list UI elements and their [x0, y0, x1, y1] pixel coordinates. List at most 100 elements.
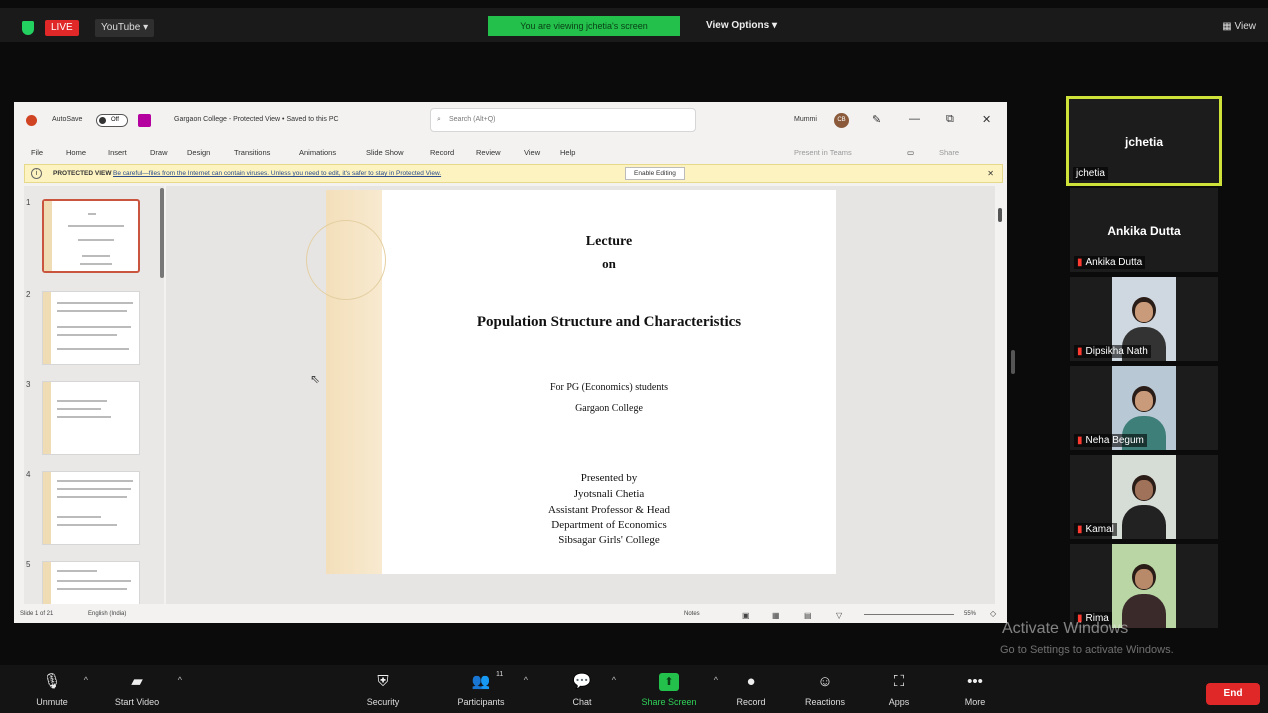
shield-icon[interactable] — [22, 21, 34, 35]
reactions-label: Reactions — [804, 697, 846, 707]
slide-line: Lecture — [585, 234, 633, 249]
thumb-decor — [43, 472, 51, 544]
protected-view-label: PROTECTED VIEW — [53, 170, 112, 177]
tab-review[interactable]: Review — [476, 148, 501, 157]
participant-tile[interactable]: ▮ Dipsikha Nath — [1070, 277, 1218, 361]
share-button[interactable]: Share — [939, 148, 959, 157]
youtube-stream-dropdown[interactable]: YouTube ▾ — [95, 19, 155, 37]
slideshow-icon[interactable]: ▽ — [836, 611, 842, 620]
tab-record[interactable]: Record — [430, 148, 454, 157]
slide-number: 4 — [26, 470, 31, 479]
close-icon[interactable]: ✕ — [982, 113, 991, 126]
tab-slide-show[interactable]: Slide Show — [366, 148, 404, 157]
pen-icon[interactable]: ✎ — [872, 113, 881, 126]
apps-button[interactable]: ⛶ Apps — [880, 673, 918, 707]
comment-icon[interactable]: ▭ — [907, 148, 914, 157]
view-options-button[interactable]: View Options ▾ — [706, 20, 777, 31]
slide-thumbnail[interactable] — [42, 381, 140, 455]
slide-line: Department of Economics — [551, 519, 667, 531]
save-icon[interactable] — [138, 114, 151, 127]
slide-canvas: Lecture on Population Structure and Char… — [166, 186, 995, 604]
enable-editing-button[interactable]: Enable Editing — [625, 167, 685, 180]
tab-transitions[interactable]: Transitions — [234, 148, 270, 157]
notes-button[interactable]: Notes — [684, 611, 700, 617]
mic-off-icon: ▮ — [1077, 257, 1083, 268]
participant-label-text: Dipsikha Nath — [1085, 346, 1148, 357]
tab-animations[interactable]: Animations — [299, 148, 336, 157]
participant-tile[interactable]: ▮ Kamal — [1070, 455, 1218, 539]
record-button[interactable]: ● Record — [730, 673, 772, 707]
slide-thumbnail[interactable] — [42, 561, 140, 604]
thumbnail-scrollbar[interactable] — [160, 186, 164, 604]
thumb-line — [88, 213, 96, 215]
current-slide[interactable]: Lecture on Population Structure and Char… — [306, 190, 836, 574]
slide-sorter-icon[interactable]: ▦ — [772, 611, 780, 620]
scrollbar-thumb[interactable] — [998, 208, 1002, 222]
end-meeting-button[interactable]: End — [1206, 683, 1260, 705]
unmute-button[interactable]: 🎙 Unmute ^ — [30, 673, 88, 707]
tab-draw[interactable]: Draw — [150, 148, 168, 157]
shield-icon: ⛨ — [377, 673, 389, 690]
viewing-screen-banner: You are viewing jchetia's screen — [488, 16, 680, 36]
present-in-teams-button[interactable]: Present in Teams — [794, 148, 852, 157]
thumb-decor — [43, 292, 51, 364]
chevron-up-icon[interactable]: ^ — [178, 675, 182, 685]
minimize-icon[interactable]: — — [909, 113, 920, 125]
start-video-button[interactable]: ▰ Start Video ^ — [106, 673, 182, 707]
security-button[interactable]: ⛨ Security — [360, 673, 406, 707]
video-face — [1135, 302, 1153, 322]
share-screen-button[interactable]: ⬆ Share Screen ^ — [634, 673, 718, 707]
participant-tile[interactable]: Ankika Dutta ▮ Ankika Dutta — [1070, 188, 1218, 272]
reactions-button[interactable]: ☺ Reactions — [796, 673, 854, 707]
slide-thumbnail[interactable] — [42, 471, 140, 545]
thumb-line — [57, 588, 127, 590]
participant-label: ▮ Ankika Dutta — [1074, 256, 1146, 269]
participant-tile[interactable]: ▮ Neha Begum — [1070, 366, 1218, 450]
tab-design[interactable]: Design — [187, 148, 210, 157]
language-indicator[interactable]: English (India) — [88, 611, 126, 617]
normal-view-icon[interactable]: ▣ — [742, 611, 750, 620]
search-icon: ⌕ — [437, 116, 441, 123]
scrollbar-thumb[interactable] — [160, 188, 164, 278]
slide-scrollbar[interactable] — [997, 186, 1005, 604]
tab-view[interactable]: View — [524, 148, 540, 157]
view-button[interactable]: ▦ View — [1222, 21, 1256, 32]
participant-label-text: Kamal — [1085, 524, 1114, 535]
chat-icon: 💬 — [572, 673, 592, 690]
reading-view-icon[interactable]: ▤ — [804, 611, 812, 620]
zoom-slider[interactable] — [864, 614, 954, 615]
chevron-up-icon[interactable]: ^ — [84, 675, 88, 685]
slide-line: Assistant Professor & Head — [548, 504, 670, 516]
slide-thumbnail[interactable] — [42, 291, 140, 365]
chevron-up-icon[interactable]: ^ — [612, 675, 616, 685]
participant-tile[interactable]: jchetia jchetia — [1066, 96, 1222, 186]
close-icon[interactable]: ✕ — [987, 165, 994, 182]
slide-thumbnail[interactable] — [42, 199, 140, 273]
fit-slide-icon[interactable]: ◇ — [990, 609, 996, 618]
chevron-up-icon[interactable]: ^ — [714, 675, 718, 685]
ppt-search-input[interactable]: ⌕ Search (Alt+Q) — [430, 108, 696, 132]
protected-view-message[interactable]: Be careful—files from the Internet can c… — [113, 165, 441, 182]
thumb-line — [57, 400, 107, 402]
participant-tile[interactable]: ▮ Rima — [1070, 544, 1218, 628]
tab-insert[interactable]: Insert — [108, 148, 127, 157]
info-icon: i — [31, 168, 42, 179]
tab-file[interactable]: File — [31, 148, 43, 157]
slide-number: 2 — [26, 290, 31, 299]
thumb-line — [57, 348, 129, 350]
avatar[interactable]: CB — [834, 113, 849, 128]
tab-home[interactable]: Home — [66, 148, 86, 157]
panel-resize-handle[interactable] — [1011, 350, 1015, 374]
thumb-line — [57, 496, 127, 498]
participants-button[interactable]: 👥 11 Participants ^ — [448, 671, 528, 707]
slide-line: For PG (Economics) students — [549, 382, 669, 393]
participants-icon: 👥 — [471, 673, 491, 690]
more-button[interactable]: ••• More — [956, 673, 994, 707]
chat-button[interactable]: 💬 Chat ^ — [562, 673, 616, 707]
zoom-level[interactable]: 55% — [964, 611, 976, 617]
autosave-toggle[interactable]: Off — [96, 114, 128, 127]
tab-help[interactable]: Help — [560, 148, 575, 157]
grid-icon: ▦ — [1222, 21, 1235, 32]
restore-icon[interactable]: ⧉ — [946, 113, 954, 126]
chevron-up-icon[interactable]: ^ — [524, 675, 528, 685]
